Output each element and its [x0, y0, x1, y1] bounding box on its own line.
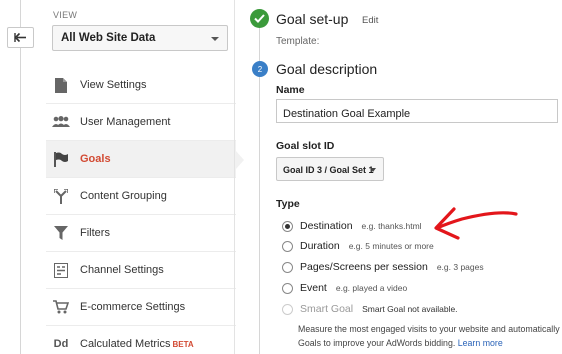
sidebar-item-goals[interactable]: Goals [46, 141, 244, 178]
type-option-hint: Smart Goal not available. [362, 304, 458, 314]
type-option-hint: e.g. played a video [335, 283, 408, 293]
sidebar-item-channel-settings[interactable]: Channel Settings [46, 252, 236, 289]
view-select[interactable]: All Web Site Data [52, 25, 228, 51]
type-option-label: Smart Goal [300, 303, 354, 315]
sidebar-item-filters[interactable]: Filters [46, 215, 236, 252]
sidebar-item-label-text: Calculated Metrics [80, 338, 171, 350]
view-label: VIEW [53, 10, 78, 20]
back-button[interactable] [7, 27, 34, 48]
type-option-label: Destination [300, 220, 353, 232]
smart-goal-desc-line2: Goals to improve your AdWords bidding. L… [298, 336, 562, 350]
sidebar-item-label: Calculated Metrics BETA [80, 338, 194, 350]
smart-goal-desc-line1: Measure the most engaged visits to your … [298, 324, 562, 334]
goal-description-title: Goal description [276, 61, 378, 77]
sidebar-item-content-grouping[interactable]: Content Grouping [46, 178, 236, 215]
sidebar-item-calculated-metrics[interactable]: Dd Calculated Metrics BETA [46, 326, 236, 354]
beta-badge: BETA [172, 340, 194, 349]
sidebar-item-label: E-commerce Settings [80, 301, 186, 313]
smart-goal-desc-text: Goals to improve your AdWords bidding. [298, 338, 456, 348]
smart-goal-description: Measure the most engaged visits to your … [298, 322, 562, 350]
sidebar-item-label: Content Grouping [80, 190, 167, 202]
learn-more-link[interactable]: Learn more [458, 338, 503, 348]
sidebar-item-user-management[interactable]: User Management [46, 104, 236, 141]
left-rail [0, 0, 42, 354]
annotation-arrow-icon [434, 207, 518, 240]
sidebar-item-ecommerce-settings[interactable]: E-commerce Settings [46, 289, 236, 326]
arrow-left-icon [14, 32, 26, 43]
radio-destination[interactable] [282, 220, 293, 232]
check-icon [250, 9, 269, 28]
step-number-badge: 2 [252, 61, 268, 77]
edit-link[interactable]: Edit [362, 15, 378, 26]
type-option-label: Pages/Screens per session [300, 261, 428, 273]
filter-icon [51, 224, 71, 242]
channel-icon [51, 261, 71, 279]
users-icon [51, 113, 71, 131]
goal-name-input[interactable] [276, 99, 558, 123]
radio-duration[interactable] [282, 240, 293, 252]
sidebar-item-label: User Management [80, 116, 171, 128]
type-option-destination[interactable]: Destination e.g. thanks.html [282, 219, 422, 233]
type-option-duration[interactable]: Duration e.g. 5 minutes or more [282, 239, 434, 253]
view-panel: VIEW All Web Site Data View Settings Use… [42, 0, 244, 354]
type-option-label: Duration [300, 240, 340, 252]
type-option-event[interactable]: Event e.g. played a video [282, 281, 407, 295]
goal-slot-label: Goal slot ID [276, 140, 335, 152]
name-label: Name [276, 84, 305, 96]
sidebar-item-label: Filters [80, 227, 110, 239]
type-label: Type [276, 198, 300, 210]
grouping-icon [51, 187, 71, 205]
type-option-hint: e.g. 3 pages [436, 262, 484, 272]
view-nav: View Settings User Management Goals Cont… [46, 67, 244, 354]
chevron-down-icon [370, 168, 376, 172]
type-option-smart-goal: Smart Goal Smart Goal not available. [282, 302, 458, 316]
flag-icon [51, 150, 71, 168]
type-option-pages-per-session[interactable]: Pages/Screens per session e.g. 3 pages [282, 260, 484, 274]
goal-setup-title: Goal set-up [276, 11, 349, 27]
type-option-hint: e.g. thanks.html [361, 221, 422, 231]
view-select-value: All Web Site Data [61, 32, 156, 44]
radio-pages-per-session[interactable] [282, 261, 293, 273]
document-icon [51, 76, 71, 94]
template-label: Template: [276, 36, 320, 47]
dd-icon: Dd [53, 338, 69, 350]
type-option-hint: e.g. 5 minutes or more [348, 241, 434, 251]
sidebar-item-view-settings[interactable]: View Settings [46, 67, 236, 104]
goal-slot-select[interactable]: Goal ID 3 / Goal Set 1 [276, 157, 384, 181]
sidebar-item-label: View Settings [80, 79, 147, 91]
rail-divider [20, 0, 21, 354]
type-option-label: Event [300, 282, 327, 294]
goal-slot-value: Goal ID 3 / Goal Set 1 [283, 165, 374, 175]
chevron-down-icon [211, 37, 219, 41]
radio-smart-goal [282, 303, 293, 315]
sidebar-item-label: Goals [80, 153, 111, 165]
cart-icon [51, 298, 71, 316]
panel-divider [234, 0, 235, 354]
radio-event[interactable] [282, 282, 293, 294]
sidebar-item-label: Channel Settings [80, 264, 164, 276]
